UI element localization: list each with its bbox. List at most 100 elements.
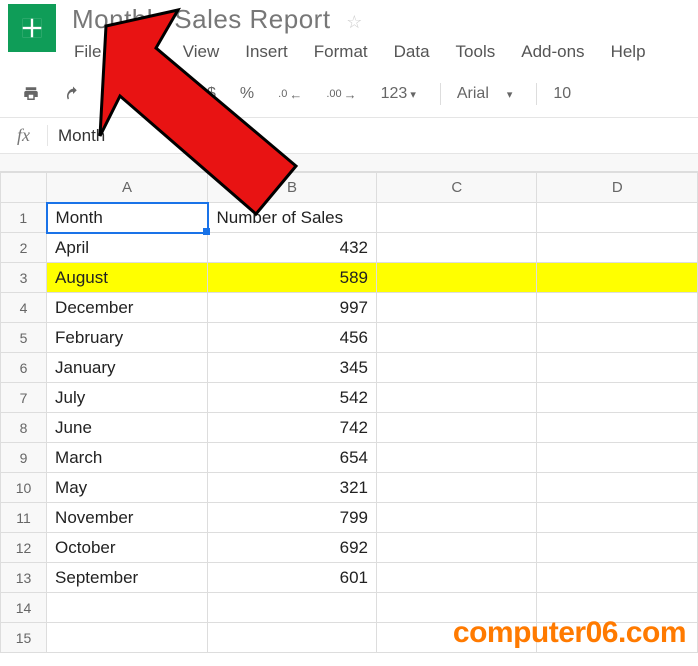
- cell[interactable]: 589: [208, 263, 377, 293]
- cell[interactable]: [376, 293, 537, 323]
- formula-input[interactable]: [48, 120, 698, 152]
- column-header-A[interactable]: A: [47, 173, 208, 203]
- row-number[interactable]: 3: [1, 263, 47, 293]
- paint-format-button[interactable]: [140, 81, 174, 107]
- format-percent-button[interactable]: %: [232, 81, 262, 107]
- cell[interactable]: 432: [208, 233, 377, 263]
- row-number[interactable]: 4: [1, 293, 47, 323]
- row-number[interactable]: 12: [1, 533, 47, 563]
- cell[interactable]: 542: [208, 383, 377, 413]
- cell[interactable]: [537, 323, 698, 353]
- cell[interactable]: January: [47, 353, 208, 383]
- row-number[interactable]: 7: [1, 383, 47, 413]
- star-icon[interactable]: ☆: [346, 12, 363, 32]
- cell[interactable]: [376, 533, 537, 563]
- decrease-decimal-button[interactable]: .0←: [270, 83, 310, 106]
- cell[interactable]: [47, 593, 208, 623]
- cell[interactable]: [376, 383, 537, 413]
- menu-view[interactable]: View: [181, 39, 234, 65]
- cell[interactable]: 321: [208, 473, 377, 503]
- cell[interactable]: [537, 383, 698, 413]
- column-header-B[interactable]: B: [208, 173, 377, 203]
- cell[interactable]: 345: [208, 353, 377, 383]
- row-number[interactable]: 9: [1, 443, 47, 473]
- cell[interactable]: [376, 203, 537, 233]
- cell[interactable]: May: [47, 473, 208, 503]
- cell[interactable]: [537, 353, 698, 383]
- cell[interactable]: [376, 563, 537, 593]
- row-number[interactable]: 14: [1, 593, 47, 623]
- increase-decimal-button[interactable]: .00→: [318, 83, 364, 106]
- row-number[interactable]: 10: [1, 473, 47, 503]
- cell[interactable]: 997: [208, 293, 377, 323]
- menu-data[interactable]: Data: [392, 39, 444, 65]
- cell[interactable]: Number of Sales: [208, 203, 377, 233]
- undo-button[interactable]: [56, 81, 90, 107]
- number-format-button[interactable]: 123▾: [373, 81, 424, 107]
- cell[interactable]: [537, 293, 698, 323]
- cell[interactable]: October: [47, 533, 208, 563]
- cell[interactable]: [376, 233, 537, 263]
- row-number[interactable]: 1: [1, 203, 47, 233]
- cell[interactable]: November: [47, 503, 208, 533]
- menu-insert[interactable]: Insert: [243, 39, 302, 65]
- redo-button[interactable]: [98, 81, 132, 107]
- cell[interactable]: February: [47, 323, 208, 353]
- menu-help[interactable]: Help: [609, 39, 660, 65]
- cell[interactable]: [376, 473, 537, 503]
- format-currency-button[interactable]: $: [199, 81, 224, 107]
- column-header-C[interactable]: C: [376, 173, 537, 203]
- cell[interactable]: 601: [208, 563, 377, 593]
- cell[interactable]: [47, 623, 208, 653]
- menu-edit[interactable]: Edit: [125, 39, 170, 65]
- font-size-select[interactable]: 10: [545, 81, 579, 107]
- menu-format[interactable]: Format: [312, 39, 382, 65]
- row-number[interactable]: 15: [1, 623, 47, 653]
- cell[interactable]: [537, 263, 698, 293]
- row-number[interactable]: 11: [1, 503, 47, 533]
- cell[interactable]: [537, 443, 698, 473]
- cell[interactable]: [537, 563, 698, 593]
- cell[interactable]: [208, 593, 377, 623]
- row-number[interactable]: 6: [1, 353, 47, 383]
- cell[interactable]: [376, 413, 537, 443]
- cell[interactable]: December: [47, 293, 208, 323]
- select-all-corner[interactable]: [1, 173, 47, 203]
- cell[interactable]: Month: [47, 203, 208, 233]
- cell[interactable]: [376, 503, 537, 533]
- cell[interactable]: [376, 323, 537, 353]
- cell[interactable]: September: [47, 563, 208, 593]
- font-family-select[interactable]: Arial▾: [449, 81, 521, 107]
- cell[interactable]: March: [47, 443, 208, 473]
- cell[interactable]: [208, 623, 377, 653]
- menu-addons[interactable]: Add-ons: [519, 39, 598, 65]
- cell[interactable]: [376, 353, 537, 383]
- cell[interactable]: 692: [208, 533, 377, 563]
- cell[interactable]: 799: [208, 503, 377, 533]
- row-number[interactable]: 2: [1, 233, 47, 263]
- cell[interactable]: 654: [208, 443, 377, 473]
- cell[interactable]: August: [47, 263, 208, 293]
- menu-file[interactable]: File: [72, 39, 115, 65]
- cell[interactable]: [537, 533, 698, 563]
- menu-tools[interactable]: Tools: [454, 39, 510, 65]
- cell[interactable]: [537, 413, 698, 443]
- print-button[interactable]: [14, 81, 48, 107]
- row-number[interactable]: 5: [1, 323, 47, 353]
- column-header-D[interactable]: D: [537, 173, 698, 203]
- cell[interactable]: June: [47, 413, 208, 443]
- cell[interactable]: [537, 233, 698, 263]
- cell[interactable]: [537, 203, 698, 233]
- cell[interactable]: April: [47, 233, 208, 263]
- document-title[interactable]: Monthly Sales Report ☆: [70, 0, 698, 37]
- cell[interactable]: [376, 263, 537, 293]
- cell[interactable]: 742: [208, 413, 377, 443]
- row-number[interactable]: 13: [1, 563, 47, 593]
- cell[interactable]: July: [47, 383, 208, 413]
- spreadsheet-grid[interactable]: A B C D 1MonthNumber of Sales 2April432 3A…: [0, 172, 698, 653]
- row-number[interactable]: 8: [1, 413, 47, 443]
- cell[interactable]: 456: [208, 323, 377, 353]
- cell[interactable]: [376, 443, 537, 473]
- cell[interactable]: [537, 473, 698, 503]
- cell[interactable]: [537, 503, 698, 533]
